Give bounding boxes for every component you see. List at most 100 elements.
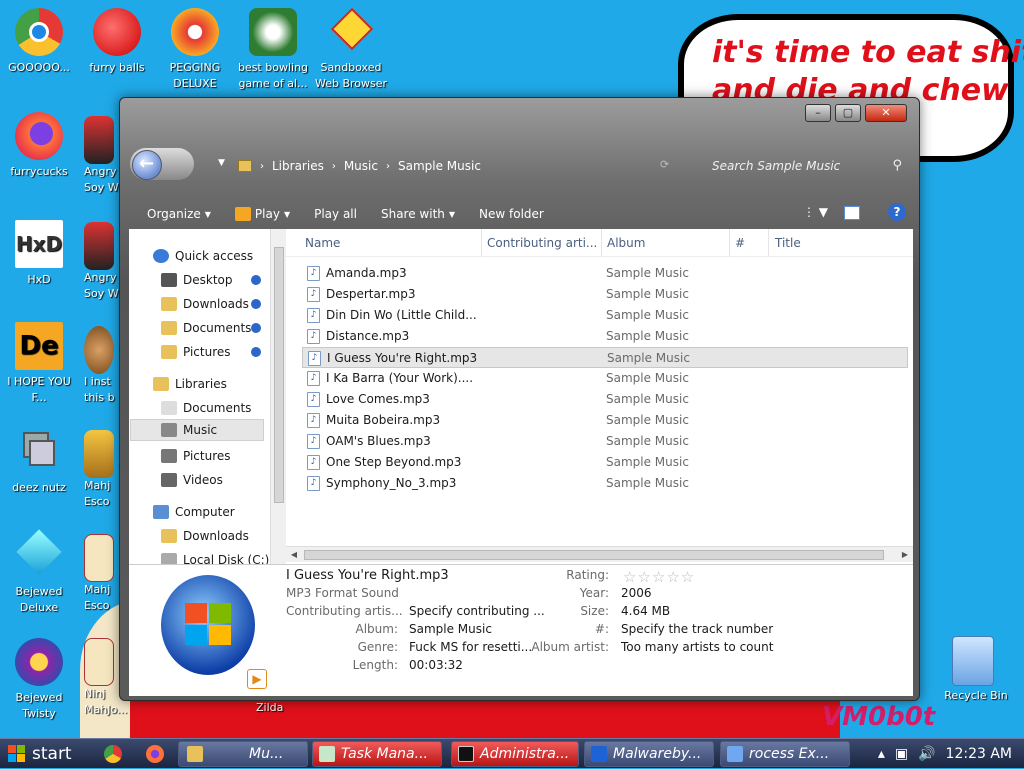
file-row[interactable]: ♪ One Step Beyond.mp3 Sample Music xyxy=(302,452,908,473)
desktop-icon-recycle-bin[interactable]: Recycle Bin xyxy=(936,688,1016,704)
chrome-quicklaunch-icon[interactable] xyxy=(104,745,122,763)
recent-locations-dropdown-icon[interactable]: ▼ xyxy=(218,158,225,168)
organize-button[interactable]: Organize ▼ xyxy=(123,207,223,221)
file-row[interactable]: ♪ I Ka Barra (Your Work).... Sample Music xyxy=(302,368,908,389)
file-row[interactable]: ♪ Muita Bobeira.mp3 Sample Music xyxy=(302,410,908,431)
desktop-icon-chrome[interactable]: GOOOOO... xyxy=(0,8,78,76)
desktop-icon-deez-nutz[interactable]: deez nutz xyxy=(0,428,78,496)
nav-computer-downloads[interactable]: Downloads xyxy=(161,525,249,547)
nav-libraries[interactable]: Libraries xyxy=(153,373,227,395)
nav-local-disk[interactable]: Local Disk (C:) xyxy=(161,549,269,564)
nav-pictures[interactable]: Pictures xyxy=(161,341,231,363)
desktop-icon-bowling-game[interactable]: best bowling game of al... xyxy=(234,8,312,92)
desktop-icon-furry-balls[interactable]: furry balls xyxy=(78,8,156,76)
minimize-button[interactable]: – xyxy=(805,104,831,122)
nav-lib-videos[interactable]: Videos xyxy=(161,469,223,491)
desktop-icon-angry-soy-1[interactable]: Angry Soy W xyxy=(78,116,122,196)
clock[interactable]: 12:23 AM xyxy=(946,746,1012,762)
desktop-icon-mahjong-1[interactable]: Mahj Esco xyxy=(78,430,122,510)
nav-scrollbar[interactable] xyxy=(270,229,286,564)
nav-documents[interactable]: Documents xyxy=(161,317,251,339)
file-row[interactable]: ♪ Despertar.mp3 Sample Music xyxy=(302,284,908,305)
file-row[interactable]: ♪ Din Din Wo (Little Child... Sample Music xyxy=(302,305,908,326)
breadcrumb-music[interactable]: Music xyxy=(344,159,378,173)
nav-lib-documents[interactable]: Documents xyxy=(161,397,251,419)
game-icon xyxy=(84,222,114,270)
firefox-quicklaunch-icon[interactable] xyxy=(146,745,164,763)
start-button[interactable]: start xyxy=(0,741,90,767)
desktop-icon-i-hope[interactable]: De I HOPE YOU F... xyxy=(0,322,78,406)
scroll-left-icon[interactable]: ◀ xyxy=(286,547,302,563)
preview-pane-icon[interactable] xyxy=(844,206,860,220)
breadcrumb-libraries[interactable]: Libraries xyxy=(272,159,324,173)
column-track-number[interactable]: # xyxy=(735,236,745,250)
hscrollbar-thumb[interactable] xyxy=(304,550,884,560)
new-folder-button[interactable]: New folder xyxy=(467,207,556,221)
desktop-icon-bejeweled-deluxe[interactable]: Bejewed Deluxe xyxy=(0,529,78,616)
play-button[interactable]: Play ▼ xyxy=(223,207,302,221)
refresh-icon[interactable]: ⟳ xyxy=(660,158,669,171)
close-button[interactable]: ✕ xyxy=(865,104,907,122)
taskbar-button-cmd[interactable]: Administra... xyxy=(451,741,579,767)
details-year-value[interactable]: 2006 xyxy=(621,586,652,600)
nav-scrollbar-thumb[interactable] xyxy=(274,247,284,503)
desktop-icon-mahjong-2[interactable]: Mahj Esco xyxy=(78,534,122,614)
column-album[interactable]: Album xyxy=(607,236,645,250)
column-name[interactable]: Name xyxy=(305,236,340,250)
file-row[interactable]: ♪ Amanda.mp3 Sample Music xyxy=(302,263,908,284)
nav-desktop[interactable]: Desktop xyxy=(161,269,233,291)
folder-icon xyxy=(187,746,203,762)
taskbar-button-task-manager[interactable]: Task Mana... xyxy=(312,741,442,767)
nav-lib-pictures[interactable]: Pictures xyxy=(161,445,231,467)
address-bar[interactable]: › Libraries › Music › Sample Music xyxy=(238,154,481,178)
details-track-value[interactable]: Specify the track number xyxy=(621,622,773,636)
file-row[interactable]: ♪ OAM's Blues.mp3 Sample Music xyxy=(302,431,908,452)
desktop-icon-hxd[interactable]: HxD HxD xyxy=(0,220,78,288)
nav-computer[interactable]: Computer xyxy=(153,501,235,523)
audio-file-icon: ♪ xyxy=(307,413,320,428)
pin-icon xyxy=(251,275,261,285)
file-row[interactable]: ♪ Distance.mp3 Sample Music xyxy=(302,326,908,347)
taskbar-button-malwarebytes[interactable]: Malwareby... xyxy=(584,741,714,767)
help-icon[interactable]: ? xyxy=(888,203,906,221)
desktop-icon-sandboxed-browser[interactable]: Sandboxed Web Browser xyxy=(312,7,390,92)
breadcrumb-sample-music[interactable]: Sample Music xyxy=(398,159,481,173)
file-list-hscrollbar[interactable]: ◀ ▶ xyxy=(286,546,913,562)
nav-downloads[interactable]: Downloads xyxy=(161,293,249,315)
tray-arrow-icon[interactable]: ▴ xyxy=(878,746,885,762)
nav-lib-music[interactable]: Music xyxy=(130,419,264,441)
taskbar-button-process-explorer[interactable]: rocess Ex... xyxy=(720,741,850,767)
search-input[interactable]: Search Sample Music xyxy=(712,159,840,173)
search-box[interactable]: Search Sample Music ⚲ xyxy=(712,154,908,178)
file-row[interactable]: ♪ Symphony_No_3.mp3 Sample Music xyxy=(302,473,908,494)
change-view-icon[interactable]: ⋮ ▼ xyxy=(803,205,828,219)
details-album-value[interactable]: Sample Music xyxy=(409,622,492,636)
audio-file-icon: ♪ xyxy=(307,476,320,491)
play-all-button[interactable]: Play all xyxy=(302,207,369,221)
scroll-right-icon[interactable]: ▶ xyxy=(897,547,913,563)
share-with-button[interactable]: Share with ▼ xyxy=(369,207,467,221)
taskbar-button-explorer[interactable]: Mu... xyxy=(178,741,308,767)
file-row[interactable]: ♪ Love Comes.mp3 Sample Music xyxy=(302,389,908,410)
maximize-button[interactable]: ▢ xyxy=(835,104,861,122)
desktop-icon-installer[interactable]: I inst this b xyxy=(78,326,122,406)
desktop-icon-firefox[interactable]: furrycucks xyxy=(0,112,78,180)
column-contributing-artist[interactable]: Contributing arti... xyxy=(487,236,597,250)
chrome-icon xyxy=(15,8,63,56)
file-row[interactable]: ♪ I Guess You're Right.mp3 Sample Music xyxy=(302,347,908,368)
volume-icon[interactable]: 🔊 xyxy=(918,746,935,762)
network-icon[interactable]: ▣ xyxy=(895,746,908,762)
column-title[interactable]: Title xyxy=(775,236,801,250)
details-album-artist-value[interactable]: Too many artists to count xyxy=(621,640,773,654)
details-contributing-value[interactable]: Specify contributing ... xyxy=(409,604,545,618)
desktop-icon-pegging-deluxe[interactable]: PEGGING DELUXE xyxy=(156,8,234,92)
sandboxie-icon xyxy=(327,7,375,56)
desktop-icon-angry-soy-2[interactable]: Angry Soy W xyxy=(78,222,122,302)
rating-stars[interactable]: ☆☆☆☆☆ xyxy=(623,568,695,586)
desktop-icon-zilda[interactable]: Zilda xyxy=(230,700,320,716)
nav-quick-access[interactable]: Quick access xyxy=(153,245,253,267)
desktop-icon-bejeweled-twisty[interactable]: Bejewed Twisty xyxy=(0,638,78,722)
back-button[interactable] xyxy=(130,148,194,180)
desktop-icon-ninja-mahjong[interactable]: Ninj MahJo... xyxy=(78,638,127,718)
file-list: Name Contributing arti... Album # Title … xyxy=(286,229,913,564)
